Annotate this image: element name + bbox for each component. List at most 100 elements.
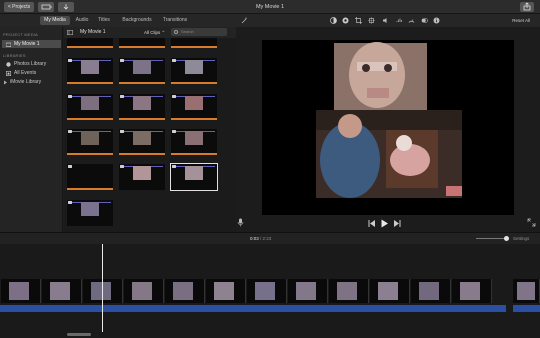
clip-thumbnail [214, 282, 234, 300]
volume-icon[interactable] [382, 17, 389, 24]
audio-track-segment[interactable] [513, 305, 540, 312]
media-clip[interactable] [119, 129, 165, 155]
browser-header: My Movie 1 All Clips ⌃ Search [64, 27, 295, 38]
clip-thumbnail [132, 282, 152, 300]
video-viewer [236, 27, 540, 232]
clips-filter-select[interactable]: All Clips ⌃ [144, 29, 165, 36]
video-track[interactable] [0, 279, 540, 305]
timeline-clip[interactable] [288, 279, 328, 303]
sidebar-toggle-icon[interactable] [67, 30, 73, 35]
timeline-clip[interactable] [329, 279, 369, 303]
media-clip[interactable] [171, 58, 217, 84]
clip-thumbnail [9, 282, 29, 300]
media-clip-selected[interactable] [170, 163, 218, 191]
tab-my-media[interactable]: My Media [40, 16, 70, 25]
audio-track[interactable] [0, 305, 506, 312]
sidebar-item-imovie-library[interactable]: iMovie Library [2, 78, 61, 86]
clip-thumbnail [91, 282, 111, 300]
search-input[interactable]: Search [171, 28, 227, 36]
sidebar-item-photos-library[interactable]: Photos Library [2, 60, 61, 68]
clip-thumbnail [296, 282, 316, 300]
tab-titles[interactable]: Titles [94, 16, 114, 25]
skip-forward-icon[interactable] [393, 219, 402, 228]
media-clip[interactable] [119, 58, 165, 84]
timeline-clip[interactable] [452, 279, 492, 303]
media-clip[interactable] [67, 200, 113, 226]
tab-backgrounds[interactable]: Backgrounds [118, 16, 156, 25]
project-media-heading: PROJECT MEDIA [3, 32, 38, 37]
clip-thumbnail [173, 282, 193, 300]
share-icon [523, 2, 531, 11]
playhead[interactable] [102, 244, 103, 332]
media-browser[interactable] [64, 38, 236, 232]
timeline-clip[interactable] [513, 279, 540, 303]
media-clip[interactable] [67, 129, 113, 155]
media-clip[interactable] [67, 58, 113, 84]
microphone-icon[interactable] [236, 218, 245, 227]
download-button[interactable] [58, 2, 74, 12]
timeline-clip[interactable] [42, 279, 82, 303]
filter-icon[interactable] [421, 17, 428, 24]
timeline-clip[interactable] [247, 279, 287, 303]
sidebar-item-label: Photos Library [14, 61, 47, 67]
tab-audio[interactable]: Audio [72, 16, 92, 25]
libraries-sidebar: PROJECT MEDIA My Movie 1 LIBRARIES Photo… [0, 27, 63, 232]
window-titlebar: < Projects My Movie 1 [0, 0, 540, 14]
clip-thumbnail [255, 282, 275, 300]
timeline[interactable] [0, 244, 540, 338]
media-clip[interactable] [171, 38, 217, 48]
timeline-clip[interactable] [370, 279, 410, 303]
info-icon[interactable] [433, 17, 440, 24]
media-clip[interactable] [67, 164, 113, 190]
timeline-header: 0:03 / 2:23 Settings [0, 232, 540, 244]
clip-thumbnail [419, 282, 439, 300]
skip-back-icon[interactable] [367, 219, 376, 228]
playback-controls [236, 215, 540, 232]
timeline-clip[interactable] [165, 279, 205, 303]
stabilization-icon[interactable] [368, 17, 375, 24]
disclosure-triangle-icon[interactable] [3, 80, 8, 85]
clip-thumbnail [460, 282, 480, 300]
adjustment-toolbar: Reset All [236, 14, 540, 27]
timeline-clip[interactable] [1, 279, 41, 303]
media-clip[interactable] [67, 94, 113, 120]
media-clip[interactable] [119, 164, 165, 190]
browser-title: My Movie 1 [80, 29, 106, 35]
window-title: My Movie 1 [255, 4, 285, 10]
zoom-slider-knob[interactable] [504, 236, 509, 241]
speed-icon[interactable] [408, 17, 415, 24]
project-icon [6, 42, 11, 47]
clip-thumbnail [378, 282, 398, 300]
timeline-clip[interactable] [411, 279, 451, 303]
timeline-scrollbar[interactable] [67, 333, 91, 336]
sidebar-item-project[interactable]: My Movie 1 [2, 40, 61, 48]
download-arrow-icon [63, 4, 69, 10]
media-clip[interactable] [119, 94, 165, 120]
media-clip[interactable] [67, 38, 113, 48]
timeline-clip[interactable] [83, 279, 123, 303]
play-icon[interactable] [380, 219, 389, 228]
media-clip[interactable] [171, 129, 217, 155]
import-media-button[interactable] [38, 2, 54, 12]
media-clip[interactable] [119, 38, 165, 48]
media-clip[interactable] [171, 94, 217, 120]
crop-icon[interactable] [355, 17, 362, 24]
video-preview[interactable] [262, 40, 514, 215]
sidebar-item-all-events[interactable]: All Events [2, 69, 61, 77]
magic-wand-icon[interactable] [241, 17, 248, 24]
libraries-heading: LIBRARIES [3, 53, 26, 58]
reset-all-button[interactable]: Reset All [512, 14, 530, 27]
sidebar-item-label: My Movie 1 [14, 41, 40, 47]
color-balance-icon[interactable] [330, 17, 337, 24]
noise-reduction-icon[interactable] [396, 17, 403, 24]
projects-back-button[interactable]: < Projects [4, 2, 34, 12]
timeline-clip[interactable] [206, 279, 246, 303]
fullscreen-icon[interactable] [527, 218, 536, 227]
search-placeholder: Search [181, 29, 194, 34]
color-correction-icon[interactable] [342, 17, 349, 24]
timeline-clip[interactable] [124, 279, 164, 303]
video-frame-image [262, 40, 514, 215]
share-button[interactable] [520, 2, 534, 12]
tab-transitions[interactable]: Transitions [160, 16, 190, 25]
photos-icon [6, 61, 11, 67]
